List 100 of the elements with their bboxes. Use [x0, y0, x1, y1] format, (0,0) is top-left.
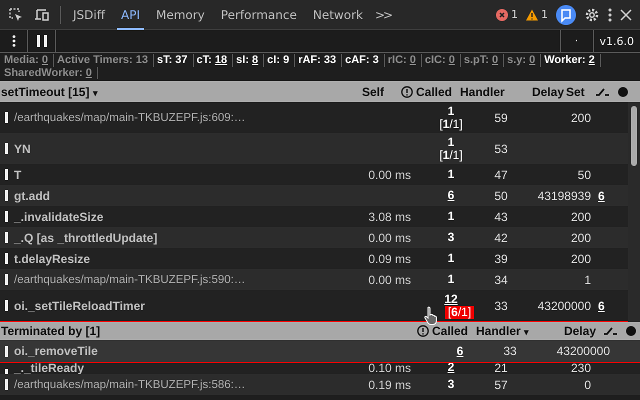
popup-title: Terminated by [1] [0, 324, 102, 338]
delay-value: 200 [570, 230, 591, 244]
column-header[interactable]: Handler [460, 84, 514, 98]
handler-count: 47 [493, 168, 509, 182]
function-name[interactable]: _.Q [as _throttledUpdate] [14, 230, 351, 244]
function-name[interactable]: T [14, 168, 351, 182]
called-count: 1 [448, 273, 454, 286]
column-header[interactable]: Set [566, 84, 588, 98]
handler-count: 43 [493, 210, 509, 224]
called-count: 1 [448, 252, 454, 265]
delay-value: 230 [570, 363, 591, 374]
record-icon[interactable] [626, 326, 636, 336]
tab[interactable]: JSDiff [69, 0, 109, 30]
called-count[interactable]: 12 [444, 292, 458, 306]
delay-value: 43200000 [538, 298, 591, 312]
column-header[interactable]: Delay [514, 84, 564, 98]
record-icon[interactable] [618, 86, 628, 96]
error-icon [496, 8, 508, 20]
delay-value: 200 [570, 110, 591, 124]
function-name[interactable]: t.delayResize [14, 252, 351, 266]
error-count[interactable]: 1 [511, 8, 518, 21]
close-icon[interactable] [620, 8, 632, 20]
counter: rAF: 33 [295, 54, 342, 66]
inspect-icon[interactable] [8, 6, 24, 22]
version-label: v1.6.0 [592, 30, 640, 52]
handler-count: 34 [493, 272, 509, 286]
more-menu-icon[interactable] [12, 34, 16, 48]
handler-count: 57 [493, 378, 509, 392]
counter: Active Timers: 13 [54, 54, 154, 66]
warning-icon [526, 8, 538, 20]
self-time: 0.19 ms [367, 378, 411, 392]
called-count[interactable]: 6 [440, 344, 480, 358]
counter: s.pT: 0 [460, 54, 504, 66]
chat-icon[interactable] [556, 4, 576, 24]
counter: sI: 8 [233, 54, 264, 66]
counter: cAF: 3 [342, 54, 385, 66]
set-count[interactable]: 6 [598, 298, 605, 312]
called-count: 1 [448, 168, 454, 181]
column-header[interactable]: Called [432, 324, 476, 338]
column-header[interactable]: Delay [556, 324, 596, 338]
self-time: 0.00 ms [368, 168, 411, 182]
function-name[interactable]: YN [14, 142, 351, 156]
function-name[interactable]: /earthquakes/map/main-TKBUZEPF.js:609:… [14, 112, 351, 124]
more-menu-icon[interactable] [608, 6, 612, 22]
handler-count: 59 [493, 110, 509, 124]
self-time: 0.10 ms [367, 363, 411, 374]
called-count: 3 [448, 231, 454, 244]
handler-count: 33 [502, 344, 518, 358]
set-count[interactable]: 6 [598, 188, 605, 202]
delay-value: 43198939 [538, 188, 591, 202]
delay-value: 1 [584, 272, 591, 286]
handler-count: 33 [493, 298, 509, 312]
counter: sT: 37 [154, 54, 194, 66]
warning-count[interactable]: 1 [541, 8, 548, 21]
scrollbar[interactable] [628, 102, 640, 322]
settings-icon[interactable] [584, 6, 600, 22]
toggle-icon[interactable] [604, 327, 618, 335]
self-time: 3.08 ms [368, 210, 411, 224]
function-name[interactable]: _.invalidateSize [14, 210, 351, 224]
handler-count: 53 [493, 142, 509, 156]
called-count: 1 [448, 136, 454, 148]
handler-count: 39 [493, 252, 509, 266]
toggle-icon[interactable] [596, 88, 610, 96]
counter: Worker: 2 [541, 54, 601, 66]
counter: Media: 0 [1, 54, 54, 66]
called-count[interactable]: 6 [448, 189, 454, 202]
call-ratio: [1/1] [438, 118, 464, 130]
column-header[interactable]: Called [416, 84, 460, 98]
counter: s.y: 0 [504, 54, 542, 66]
function-name[interactable]: oi._removeTile [14, 344, 440, 358]
alert-icon [417, 325, 429, 337]
called-count: 1 [448, 210, 454, 223]
pause-icon[interactable] [36, 35, 46, 47]
function-name[interactable]: gt.add [14, 188, 351, 202]
handler-count: 50 [493, 188, 509, 202]
handler-count: 21 [493, 363, 509, 374]
counter: cT: 18 [194, 54, 234, 66]
call-ratio: [1/1] [438, 148, 464, 162]
counter: cIC: 0 [422, 54, 461, 66]
counter: rIC: 0 [384, 54, 422, 66]
call-ratio: [6/1] [444, 306, 474, 318]
column-header[interactable]: Handler ▾ [476, 324, 556, 338]
handler-count: 42 [493, 230, 509, 244]
more-tabs-button[interactable]: >> [374, 8, 392, 22]
function-name[interactable]: /earthquakes/map/main-TKBUZEPF.js:586:… [14, 378, 351, 390]
delay-value: 50 [578, 168, 591, 182]
column-header[interactable]: Self [324, 84, 384, 98]
hand-cursor-icon [423, 306, 439, 326]
alert-icon [401, 86, 413, 98]
tab[interactable]: Memory [152, 0, 209, 30]
called-count: 3 [448, 378, 454, 391]
counter: cI: 9 [264, 54, 296, 66]
device-toolbar-icon[interactable] [34, 6, 50, 22]
tab[interactable]: Performance [216, 0, 301, 30]
function-name[interactable]: oi._setTileReloadTimer [14, 298, 351, 312]
self-time: 0.00 ms [368, 230, 411, 244]
table-title[interactable]: setTimeout [15] ▾ [0, 84, 324, 98]
counter: SharedWorker: 0 [1, 66, 98, 79]
tab[interactable]: Network [308, 0, 367, 30]
function-name[interactable]: /earthquakes/map/main-TKBUZEPF.js:590:… [14, 274, 351, 286]
